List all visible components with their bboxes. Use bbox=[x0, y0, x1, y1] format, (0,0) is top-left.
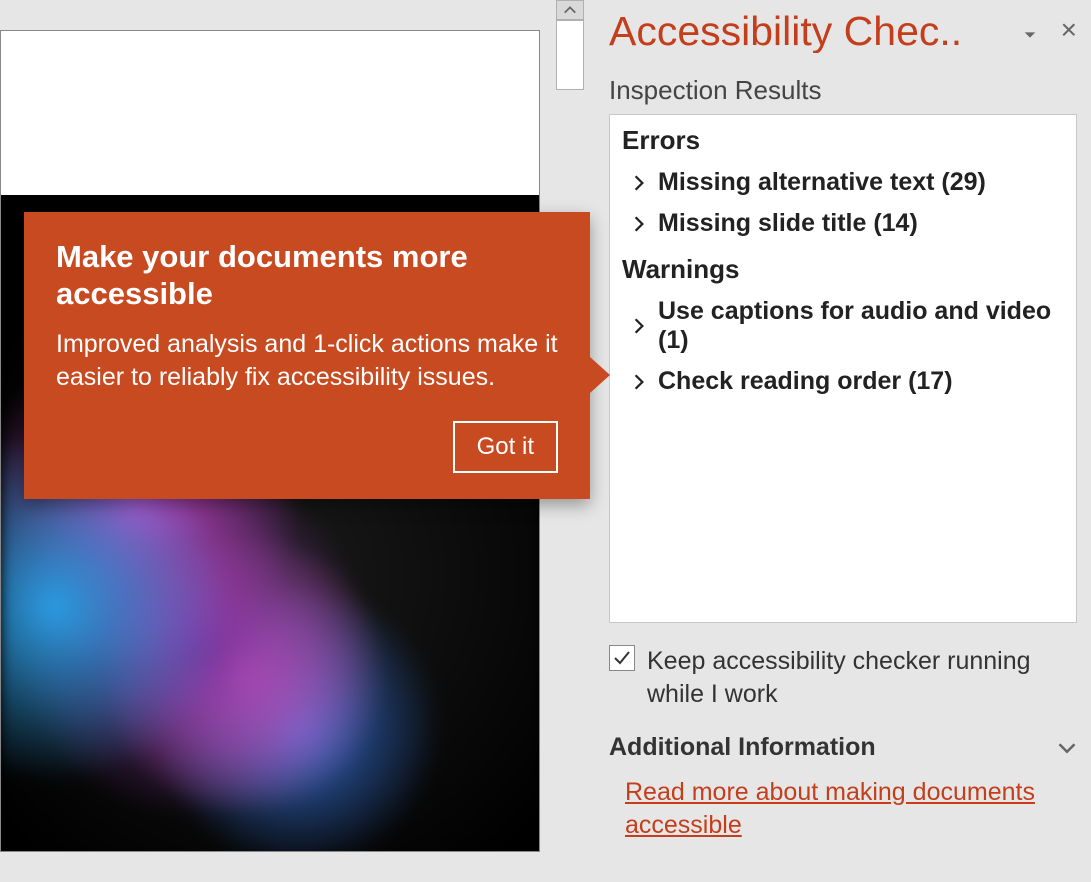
keep-running-label: Keep accessibility checker running while… bbox=[647, 645, 1077, 711]
got-it-button[interactable]: Got it bbox=[453, 421, 558, 473]
accessibility-checker-panel: Accessibility Chec.. × Inspection Result… bbox=[595, 0, 1091, 882]
result-item-label: Missing slide title (14) bbox=[658, 209, 918, 238]
result-item-missing-alt-text[interactable]: Missing alternative text (29) bbox=[610, 162, 1076, 203]
additional-information-header[interactable]: Additional Information bbox=[609, 733, 1077, 762]
result-item-label: Missing alternative text (29) bbox=[658, 168, 986, 197]
result-item-label: Use captions for audio and video (1) bbox=[658, 297, 1064, 355]
scroll-thumb[interactable] bbox=[556, 20, 584, 90]
read-more-link[interactable]: Read more about making documents accessi… bbox=[625, 776, 1077, 841]
panel-options-dropdown[interactable] bbox=[1023, 28, 1037, 42]
close-panel-button[interactable]: × bbox=[1061, 16, 1077, 44]
scroll-up-button[interactable] bbox=[556, 0, 584, 20]
callout-title: Make your documents more accessible bbox=[56, 238, 558, 312]
panel-header: Accessibility Chec.. × bbox=[609, 10, 1077, 53]
accessibility-callout: Make your documents more accessible Impr… bbox=[24, 212, 590, 499]
keep-running-checkbox[interactable] bbox=[609, 645, 635, 671]
results-empty-space bbox=[610, 402, 1076, 622]
warnings-group-header: Warnings bbox=[610, 244, 1076, 291]
chevron-right-icon bbox=[630, 215, 648, 233]
callout-body: Improved analysis and 1-click actions ma… bbox=[56, 328, 558, 393]
additional-information-title: Additional Information bbox=[609, 733, 876, 762]
panel-title: Accessibility Chec.. bbox=[609, 10, 1015, 53]
chevron-right-icon bbox=[630, 373, 648, 391]
inspection-results-label: Inspection Results bbox=[609, 75, 1077, 106]
errors-group-header: Errors bbox=[610, 115, 1076, 162]
slide-top-bar bbox=[1, 195, 540, 207]
callout-actions: Got it bbox=[56, 421, 558, 473]
result-item-use-captions[interactable]: Use captions for audio and video (1) bbox=[610, 291, 1076, 361]
vertical-scrollbar[interactable] bbox=[556, 0, 584, 100]
result-item-check-reading-order[interactable]: Check reading order (17) bbox=[610, 361, 1076, 402]
chevron-right-icon bbox=[630, 174, 648, 192]
keep-running-row: Keep accessibility checker running while… bbox=[609, 645, 1077, 711]
result-item-missing-slide-title[interactable]: Missing slide title (14) bbox=[610, 203, 1076, 244]
checkmark-icon bbox=[612, 648, 632, 668]
chevron-right-icon bbox=[630, 317, 648, 335]
inspection-results-box: Errors Missing alternative text (29) Mis… bbox=[609, 114, 1077, 623]
chevron-up-icon bbox=[563, 3, 577, 17]
result-item-label: Check reading order (17) bbox=[658, 367, 953, 396]
chevron-down-icon bbox=[1057, 738, 1077, 758]
